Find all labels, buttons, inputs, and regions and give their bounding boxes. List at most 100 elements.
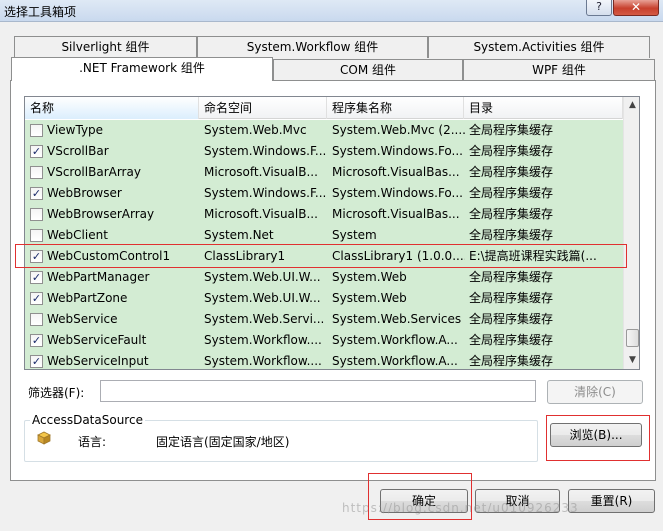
row-checkbox[interactable]: ✓ (30, 292, 43, 305)
table-row[interactable]: ViewType System.Web.Mvc System.Web.Mvc (2.… (25, 120, 623, 141)
filter-input[interactable] (100, 380, 536, 402)
close-button[interactable]: ✕ (613, 0, 659, 16)
row-checkbox[interactable]: ✓ (30, 187, 43, 200)
cell-directory: 全局程序集缓存 (469, 123, 554, 137)
column-header-directory[interactable]: 目录 (464, 97, 623, 119)
cell-directory: 全局程序集缓存 (469, 270, 554, 284)
cell-assembly: System.Windows.Fo... (332, 186, 463, 200)
cell-namespace: ClassLibrary1 (204, 249, 286, 263)
table-row[interactable]: WebService System.Web.Servi... System.Web.… (25, 309, 623, 330)
cell-assembly: Microsoft.VisualBas... (332, 165, 460, 179)
cell-assembly: System.Web (332, 270, 407, 284)
cell-name: WebServiceInput (47, 354, 149, 368)
scroll-up-icon[interactable]: ▲ (624, 97, 639, 114)
watermark: https://blog.csdn.net/u010926233 (342, 501, 579, 515)
language-value: 固定语言(固定国家/地区) (156, 435, 290, 449)
table-row[interactable]: ✓ WebPartZone System.Web.UI.W... System.Web… (25, 288, 623, 309)
table-row[interactable]: VScrollBarArray Microsoft.VisualB... Micro… (25, 162, 623, 183)
row-checkbox[interactable]: ✓ (30, 250, 43, 263)
tab-system-workflow[interactable]: System.Workflow 组件 (197, 36, 428, 58)
cell-assembly: System.Workflow.A... (332, 333, 458, 347)
cell-directory: 全局程序集缓存 (469, 228, 554, 242)
row-checkbox[interactable] (30, 124, 43, 137)
cell-namespace: System.Web.UI.W... (204, 270, 321, 284)
cell-assembly: System.Web (332, 291, 407, 305)
table-row[interactable]: ✓ WebPartManager System.Web.UI.W... System.… (25, 267, 623, 288)
row-checkbox[interactable] (30, 208, 43, 221)
help-button[interactable]: ? (586, 0, 612, 16)
cell-assembly: System.Windows.Fo... (332, 144, 463, 158)
language-label: 语言: (78, 435, 107, 449)
table-row[interactable]: ✓ WebServiceFault System.Workflow.... Syste… (25, 330, 623, 351)
cell-name: WebPartManager (47, 270, 150, 284)
clear-button[interactable]: 清除(C) (547, 380, 643, 404)
cell-assembly: System.Web.Mvc (2.... (332, 123, 465, 137)
cell-name: WebService (47, 312, 118, 326)
cell-directory: 全局程序集缓存 (469, 144, 554, 158)
cell-namespace: System.Windows.F... (204, 186, 327, 200)
tab-com[interactable]: COM 组件 (273, 59, 463, 81)
column-header-namespace[interactable]: 命名空间 (199, 97, 327, 119)
cell-directory: 全局程序集缓存 (469, 186, 554, 200)
tab-wpf[interactable]: WPF 组件 (463, 59, 655, 81)
title-bar: 选择工具箱项 (0, 0, 663, 22)
cell-directory: E:\提高班课程实践篇(... (469, 249, 597, 263)
row-checkbox[interactable]: ✓ (30, 334, 43, 347)
row-checkbox[interactable]: ✓ (30, 271, 43, 284)
tab-system-activities[interactable]: System.Activities 组件 (428, 36, 650, 58)
reset-button[interactable]: 重置(R) (568, 489, 655, 513)
tab-silverlight[interactable]: Silverlight 组件 (14, 36, 197, 58)
table-row[interactable]: ✓ WebServiceInput System.Workflow.... Syste… (25, 351, 623, 369)
filter-label: 筛选器(F): (28, 386, 85, 400)
column-header-assembly[interactable]: 程序集名称 (327, 97, 464, 119)
cell-namespace: System.Workflow.... (204, 354, 322, 368)
cell-namespace: System.Web.UI.W... (204, 291, 321, 305)
column-header-name[interactable]: 名称 (25, 97, 199, 119)
cell-name: WebClient (47, 228, 108, 242)
table-row[interactable]: WebBrowserArray Microsoft.VisualB... Micro… (25, 204, 623, 225)
cell-name: WebServiceFault (47, 333, 147, 347)
table-row[interactable]: WebClient System.Net System 全局程序集缓存 (25, 225, 623, 246)
cell-name: VScrollBarArray (47, 165, 141, 179)
list-header: 名称 命名空间 程序集名称 目录 (25, 97, 623, 119)
cell-directory: 全局程序集缓存 (469, 165, 554, 179)
cell-namespace: System.Web.Mvc (204, 123, 307, 137)
row-checkbox[interactable] (30, 229, 43, 242)
vertical-scrollbar[interactable]: ▲ ▼ (623, 97, 639, 369)
cell-namespace: System.Windows.F... (204, 144, 327, 158)
cell-namespace: System.Workflow.... (204, 333, 322, 347)
row-checkbox[interactable]: ✓ (30, 145, 43, 158)
cell-assembly: ClassLibrary1 (1.0.0.... (332, 249, 465, 263)
cell-assembly: Microsoft.VisualBas... (332, 207, 460, 221)
component-name: AccessDataSource (30, 413, 145, 427)
cell-assembly: System (332, 228, 377, 242)
row-checkbox[interactable] (30, 313, 43, 326)
cell-name: ViewType (47, 123, 104, 137)
cell-name: WebCustomControl1 (47, 249, 171, 263)
scroll-down-icon[interactable]: ▼ (624, 352, 639, 369)
cell-assembly: System.Workflow.A... (332, 354, 458, 368)
list-rows: ViewType System.Web.Mvc System.Web.Mvc (2.… (25, 120, 623, 369)
table-row[interactable]: ✓ VScrollBar System.Windows.F... System.Win… (25, 141, 623, 162)
row-checkbox[interactable] (30, 166, 43, 179)
cell-directory: 全局程序集缓存 (469, 207, 554, 221)
cell-namespace: System.Net (204, 228, 274, 242)
tab-dotnet-framework[interactable]: .NET Framework 组件 (11, 57, 273, 81)
cell-assembly: System.Web.Services (332, 312, 462, 326)
assembly-package-icon (37, 431, 51, 445)
cell-namespace: System.Web.Servi... (204, 312, 325, 326)
scroll-thumb[interactable] (626, 329, 639, 347)
cell-name: WebBrowser (47, 186, 122, 200)
cell-directory: 全局程序集缓存 (469, 354, 554, 368)
table-row[interactable]: ✓ WebBrowser System.Windows.F... System.Win… (25, 183, 623, 204)
row-checkbox[interactable]: ✓ (30, 355, 43, 368)
cell-directory: 全局程序集缓存 (469, 291, 554, 305)
browse-button[interactable]: 浏览(B)... (550, 423, 642, 447)
table-row[interactable]: ✓ WebCustomControl1 ClassLibrary1 ClassLibr… (25, 246, 623, 267)
cell-name: WebPartZone (47, 291, 128, 305)
cell-namespace: Microsoft.VisualB... (204, 207, 318, 221)
cell-directory: 全局程序集缓存 (469, 312, 554, 326)
component-list[interactable]: 名称 命名空间 程序集名称 目录 ViewType System.Web.Mvc S… (24, 96, 640, 370)
cell-name: VScrollBar (47, 144, 109, 158)
cell-namespace: Microsoft.VisualB... (204, 165, 318, 179)
